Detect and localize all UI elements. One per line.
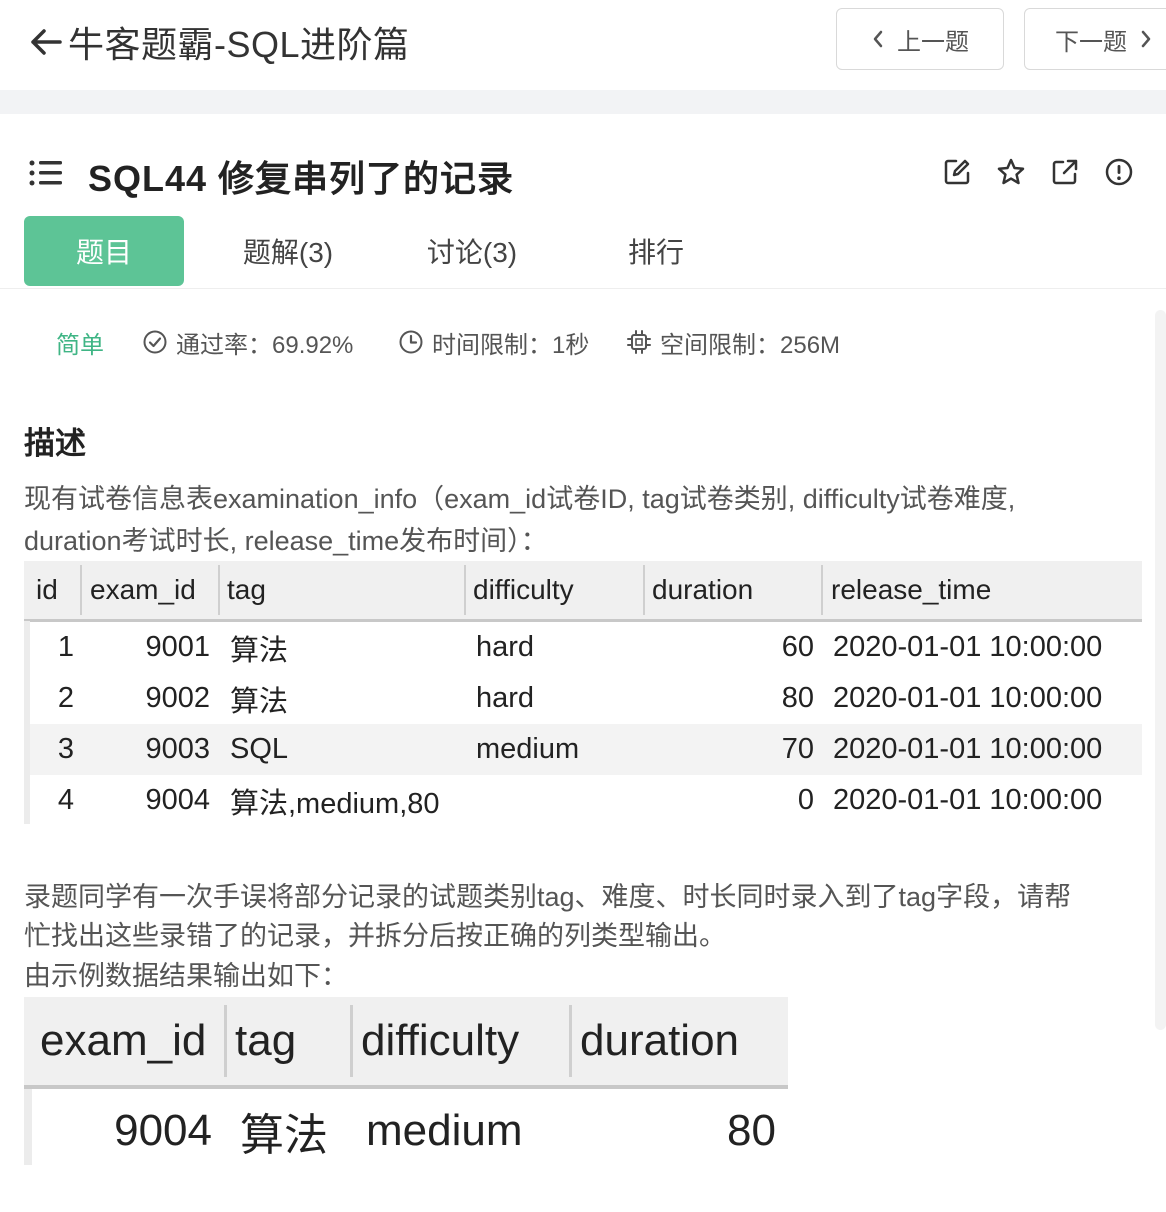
task-text: 录题同学有一次手误将部分记录的试题类别tag、难度、时长同时录入到了tag字段，…	[24, 882, 1072, 912]
table-header-cell: difficulty	[473, 574, 574, 605]
table-header-cell: release_time	[831, 574, 992, 605]
table-cell: 2	[57, 682, 74, 714]
table-cell: 1	[57, 631, 74, 663]
column-divider	[643, 565, 645, 615]
star-icon[interactable]	[995, 156, 1027, 188]
next-question-button[interactable]: 下一题	[1024, 8, 1166, 70]
arrow-left-icon	[31, 29, 62, 55]
tab-solutions[interactable]: 题解(3)	[208, 216, 368, 286]
table-cell: medium	[366, 1106, 523, 1155]
section-gap	[0, 90, 1166, 114]
task-text: 忙找出这些录错了的记录，并拆分后按正确的列类型输出。	[24, 921, 726, 951]
info-icon[interactable]	[1103, 156, 1135, 188]
space-limit-text: 空间限制：256M	[660, 331, 841, 359]
table-row: 4 9004 算法,medium,80 0 2020-01-01 10:00:0…	[30, 775, 1142, 826]
table-cell: 0	[797, 784, 814, 816]
column-divider	[80, 565, 82, 615]
table-cell: 9004	[114, 1106, 212, 1155]
description-heading: 描述	[24, 426, 86, 461]
top-bar: 牛客题霸-SQL进阶篇 上一题 下一题	[0, 0, 1166, 90]
table-cell: 算法,medium,80	[230, 787, 440, 820]
chevron-left-icon	[873, 30, 883, 48]
table-header-cell: exam_id	[40, 1016, 207, 1065]
prev-question-label: 上一题	[897, 28, 969, 56]
table-cell: medium	[476, 733, 580, 765]
table-cell: hard	[476, 682, 535, 714]
edit-icon[interactable]	[941, 156, 973, 188]
table-cell: 9002	[145, 682, 210, 714]
table-cell: 算法	[240, 1111, 328, 1160]
scrollbar[interactable]	[1155, 310, 1166, 1030]
table-header-cell: exam_id	[90, 574, 196, 605]
next-question-label: 下一题	[1055, 28, 1127, 56]
table-cell: 80	[781, 682, 814, 714]
problem-header: SQL44 修复串列了的记录	[0, 114, 1166, 216]
column-divider	[464, 565, 466, 615]
space-limit: 空间限制：256M	[626, 326, 841, 359]
table-cell: 3	[57, 733, 74, 765]
tab-ranking[interactable]: 排行	[576, 216, 736, 286]
check-circle-icon	[143, 330, 167, 354]
chip-icon	[627, 330, 651, 354]
column-divider	[218, 565, 220, 615]
table-cell: hard	[476, 631, 535, 663]
clock-icon	[399, 330, 423, 354]
list-menu-icon[interactable]	[28, 158, 64, 188]
column-divider	[821, 565, 823, 615]
table-header-cell: duration	[580, 1016, 740, 1065]
table-cell: 4	[57, 784, 74, 816]
result-table-header: exam_id tag difficulty duration	[24, 997, 788, 1089]
table-cell: 9003	[145, 733, 210, 765]
column-divider	[569, 1005, 572, 1077]
time-limit-text: 时间限制：1秒	[432, 331, 590, 359]
table-header-cell: tag	[235, 1016, 297, 1065]
table-cell: SQL	[230, 733, 289, 765]
table-cell: 2020-01-01 10:00:00	[833, 631, 1103, 663]
description-text: duration考试时长, release_time发布时间）：	[24, 526, 548, 556]
table-header: id exam_id tag difficulty duration relea…	[24, 561, 1142, 622]
pass-rate: 通过率：69.92%	[142, 326, 354, 359]
problem-tabs: 题目 题解(3) 讨论(3) 排行	[0, 216, 1166, 289]
table-cell: 2020-01-01 10:00:00	[833, 733, 1103, 765]
table-row: 2 9002 算法 hard 80 2020-01-01 10:00:00	[30, 673, 1142, 724]
table-cell: 算法	[230, 634, 289, 667]
table-cell: 60	[781, 631, 814, 663]
table-edge	[24, 1089, 32, 1165]
problem-title: SQL44 修复串列了的记录	[88, 158, 515, 199]
difficulty-badge: 简单	[56, 331, 104, 359]
table-row: 3 9003 SQL medium 70 2020-01-01 10:00:00	[30, 724, 1142, 775]
table-cell: 70	[781, 733, 814, 765]
table-cell: 9001	[145, 631, 210, 663]
table-header-cell: duration	[652, 574, 754, 605]
table-header-cell: tag	[227, 574, 266, 605]
external-link-icon[interactable]	[1049, 156, 1081, 188]
tab-problem[interactable]: 题目	[24, 216, 184, 286]
table-header-cell: difficulty	[361, 1016, 520, 1065]
tab-discussion[interactable]: 讨论(3)	[392, 216, 552, 286]
table-cell: 2020-01-01 10:00:00	[833, 784, 1103, 816]
time-limit: 时间限制：1秒	[398, 326, 590, 359]
table-row: 1 9001 算法 hard 60 2020-01-01 10:00:00	[30, 622, 1142, 673]
pass-rate-text: 通过率：69.92%	[176, 331, 354, 359]
result-intro: 由示例数据结果输出如下：	[24, 961, 348, 991]
description-text: 现有试卷信息表examination_info（exam_id试卷ID, tag…	[24, 484, 1016, 514]
column-divider	[224, 1005, 227, 1077]
table-header-cell: id	[36, 574, 58, 605]
prev-question-button[interactable]: 上一题	[836, 8, 1004, 70]
table-cell: 80	[727, 1106, 776, 1155]
column-divider	[350, 1005, 353, 1077]
table-cell: 9004	[145, 784, 210, 816]
table-cell: 算法	[230, 685, 289, 718]
back-link[interactable]: 牛客题霸-SQL进阶篇	[28, 18, 410, 66]
page-title: 牛客题霸-SQL进阶篇	[68, 24, 410, 65]
table-cell: 2020-01-01 10:00:00	[833, 682, 1103, 714]
chevron-right-icon	[1141, 30, 1151, 48]
